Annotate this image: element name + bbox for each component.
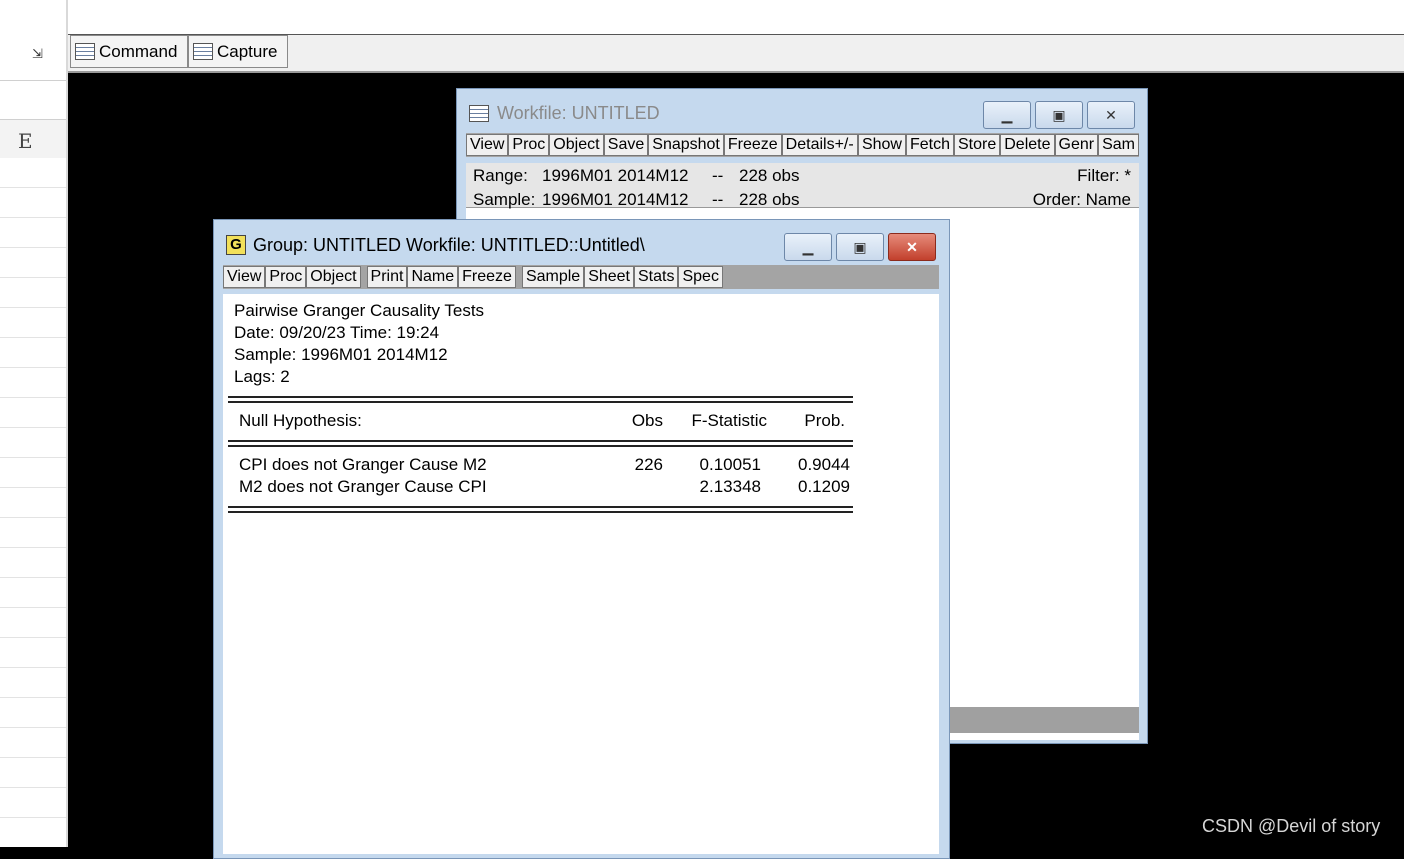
table-rule-bottom-2 (228, 511, 853, 513)
group-close-button[interactable]: ✕ (888, 233, 936, 261)
wf-fetch-button[interactable]: Fetch (905, 134, 954, 156)
granger-output[interactable]: Pairwise Granger Causality Tests Date: 0… (223, 294, 939, 854)
spreadsheet-edge: ⇲ E (0, 0, 68, 847)
tab-command-label: Command (99, 41, 178, 61)
maximize-icon: ▣ (853, 238, 867, 255)
grp-view-button[interactable]: View (223, 266, 266, 288)
sample-label: Sample: (473, 190, 536, 209)
workfile-info-bar: Range: 1996M01 2014M12 -- 228 obs Filter… (466, 163, 1139, 210)
sample-obs: 228 obs (739, 190, 800, 209)
col-header-prob: Prob. (804, 411, 845, 430)
workfile-icon (469, 105, 489, 122)
resize-corner-icon[interactable]: ⇲ (32, 46, 43, 62)
table-rule-mid-1 (228, 440, 853, 442)
group-icon: G (226, 235, 246, 255)
workfile-maximize-button[interactable]: ▣ (1035, 101, 1083, 129)
tab-capture-label: Capture (217, 41, 278, 61)
workfile-close-button[interactable]: ✕ (1087, 101, 1135, 129)
minimize-icon: ▁ (1001, 106, 1013, 123)
tab-command[interactable]: Command (70, 35, 188, 68)
watermark: CSDN @Devil of story (1202, 816, 1381, 836)
workfile-minimize-button[interactable]: ▁ (983, 101, 1031, 129)
range-obs: 228 obs (739, 166, 800, 185)
grp-stats-button[interactable]: Stats (634, 266, 679, 288)
grp-spec-button[interactable]: Spec (678, 266, 723, 288)
table-rule-bottom-1 (228, 506, 853, 508)
column-header-label: E (18, 129, 33, 153)
wf-save-button[interactable]: Save (603, 134, 649, 156)
wf-proc-button[interactable]: Proc (508, 134, 550, 156)
wf-show-button[interactable]: Show (857, 134, 906, 156)
group-title: Group: UNTITLED Workfile: UNTITLED::Unti… (253, 235, 645, 255)
row-hypothesis: CPI does not Granger Cause M2 (239, 455, 487, 474)
tab-bar: Command Capture (68, 35, 1404, 73)
wf-snapshot-button[interactable]: Snapshot (648, 134, 724, 156)
output-heading: Pairwise Granger Causality Tests (234, 301, 485, 320)
maximize-icon: ▣ (1052, 106, 1066, 123)
col-header-fstat: F-Statistic (691, 411, 767, 430)
wf-details-button[interactable]: Details+/- (781, 134, 858, 156)
workfile-titlebar[interactable]: Workfile: UNTITLED ▁ ▣ ✕ (457, 89, 1147, 133)
wf-delete-button[interactable]: Delete (1000, 134, 1055, 156)
command-area[interactable] (68, 0, 1404, 35)
row-obs: 226 (634, 455, 663, 474)
capture-window-icon (193, 43, 213, 60)
order-label[interactable]: Order: Name (1033, 190, 1131, 210)
col-header-obs: Obs (631, 411, 663, 430)
row-fstat: 2.13348 (699, 477, 761, 496)
workfile-title: Workfile: UNTITLED (497, 103, 660, 123)
grp-print-button[interactable]: Print (366, 266, 408, 288)
column-header-e[interactable]: E (0, 119, 66, 159)
table-rule-top-2 (228, 401, 853, 403)
spreadsheet-rows (0, 158, 66, 847)
grp-sample-button[interactable]: Sample (521, 266, 585, 288)
wf-freeze-button[interactable]: Freeze (723, 134, 782, 156)
wf-genr-button[interactable]: Genr (1054, 134, 1099, 156)
wf-store-button[interactable]: Store (954, 134, 1001, 156)
col-header-hypothesis: Null Hypothesis: (239, 411, 362, 430)
workfile-status-bar (950, 707, 1139, 733)
filter-label[interactable]: Filter: * (1077, 166, 1131, 186)
sample-sep: -- (712, 190, 724, 209)
row-prob: 0.1209 (798, 477, 850, 496)
wf-object-button[interactable]: Object (549, 134, 604, 156)
workfile-toolbar: View Proc Object Save Snapshot Freeze De… (466, 133, 1139, 157)
table-rule-top-1 (228, 396, 853, 398)
tab-capture[interactable]: Capture (188, 35, 288, 68)
row-fstat: 0.10051 (699, 455, 761, 474)
grp-proc-button[interactable]: Proc (265, 266, 307, 288)
range-label: Range: (473, 166, 528, 185)
group-maximize-button[interactable]: ▣ (836, 233, 884, 261)
grp-object-button[interactable]: Object (306, 266, 361, 288)
close-icon: ✕ (906, 238, 918, 255)
table-rule-mid-2 (228, 445, 853, 447)
grp-sheet-button[interactable]: Sheet (584, 266, 634, 288)
range-value[interactable]: 1996M01 2014M12 (542, 166, 689, 186)
group-titlebar[interactable]: G Group: UNTITLED Workfile: UNTITLED::Un… (214, 220, 949, 264)
minimize-icon: ▁ (802, 238, 814, 255)
output-date-line: Date: 09/20/23 Time: 19:24 (234, 323, 440, 342)
output-sample-line: Sample: 1996M01 2014M12 (234, 345, 448, 364)
row-hypothesis: M2 does not Granger Cause CPI (239, 477, 487, 496)
wf-view-button[interactable]: View (466, 134, 509, 156)
output-lags-line: Lags: 2 (234, 367, 290, 386)
close-icon: ✕ (1105, 106, 1117, 123)
row-prob: 0.9044 (798, 455, 850, 474)
grp-freeze-button[interactable]: Freeze (458, 266, 516, 288)
group-toolbar: View Proc Object Print Name Freeze Sampl… (223, 265, 939, 289)
grp-name-button[interactable]: Name (407, 266, 459, 288)
range-sep: -- (712, 166, 724, 185)
group-window[interactable]: G Group: UNTITLED Workfile: UNTITLED::Un… (213, 219, 950, 859)
sample-value[interactable]: 1996M01 2014M12 (542, 190, 689, 210)
spreadsheet-top-area (0, 0, 66, 81)
group-minimize-button[interactable]: ▁ (784, 233, 832, 261)
wf-sample-button[interactable]: Sam (1098, 134, 1139, 156)
command-window-icon (75, 43, 95, 60)
